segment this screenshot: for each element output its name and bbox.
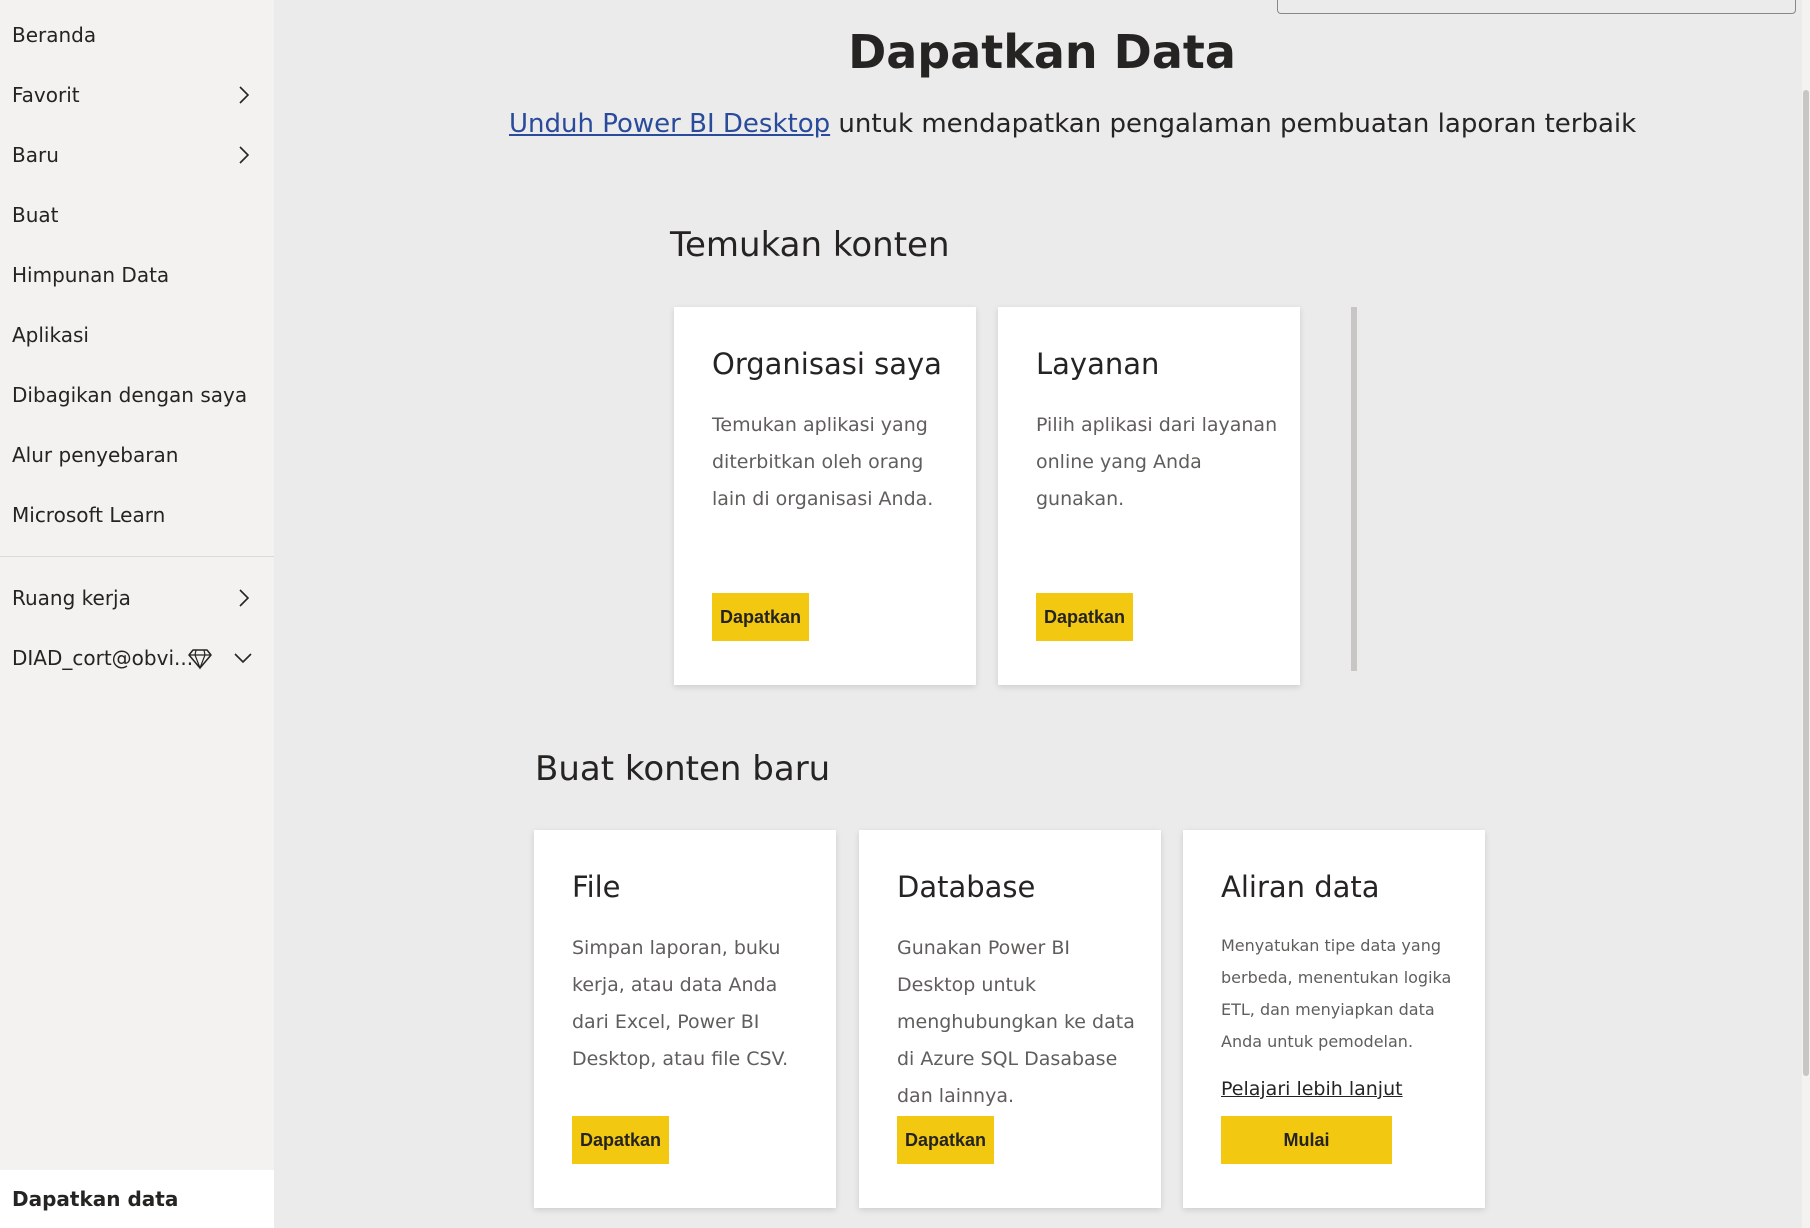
- start-dataflow-button[interactable]: Mulai: [1221, 1116, 1392, 1164]
- card-description: Menyatukan tipe data yang berbeda, menen…: [1221, 936, 1452, 1051]
- sidebar-item-label: Aplikasi: [12, 323, 89, 347]
- page-subtitle: Unduh Power BI Desktop untuk mendapatkan…: [509, 106, 1636, 142]
- sidebar-item-favorit[interactable]: Favorit: [0, 65, 274, 125]
- sidebar-item-label: Microsoft Learn: [12, 503, 166, 527]
- learn-more-link[interactable]: Pelajari lebih lanjut: [1221, 1078, 1403, 1100]
- card-title: Aliran data: [1221, 870, 1380, 904]
- discover-heading: Temukan konten: [670, 225, 950, 265]
- card-layanan: Layanan Pilih aplikasi dari layanan onli…: [998, 307, 1300, 685]
- card-aliran-data: Aliran data Menyatukan tipe data yang be…: [1183, 830, 1485, 1208]
- sidebar-item-label: Beranda: [12, 23, 97, 47]
- sidebar-item-workspace[interactable]: DIAD_cort@obvi...: [0, 628, 274, 688]
- sidebar-item-label: DIAD_cort@obvi...: [12, 646, 194, 670]
- sidebar-nav: Beranda Favorit Baru Buat Himpunan Data …: [0, 0, 274, 1228]
- card-description: Pilih aplikasi dari layanan online yang …: [1036, 414, 1278, 510]
- sidebar-item-microsoft-learn[interactable]: Microsoft Learn: [0, 485, 274, 545]
- card-title: File: [572, 870, 621, 904]
- sidebar-item-baru[interactable]: Baru: [0, 125, 274, 185]
- search-input[interactable]: [1277, 0, 1796, 14]
- card-title: Organisasi saya: [712, 347, 942, 381]
- sidebar-item-aplikasi[interactable]: Aplikasi: [0, 305, 274, 365]
- sidebar-item-label: Ruang kerja: [12, 586, 131, 610]
- create-heading: Buat konten baru: [535, 749, 831, 789]
- sidebar-item-buat[interactable]: Buat: [0, 185, 274, 245]
- page-scrollbar-thumb[interactable]: [1803, 90, 1809, 1076]
- chevron-right-icon: [239, 589, 250, 607]
- sidebar-item-himpunan-data[interactable]: Himpunan Data: [0, 245, 274, 305]
- card-description: Simpan laporan, buku kerja, atau data An…: [572, 937, 789, 1070]
- sidebar-item-dapatkan-data[interactable]: Dapatkan data: [0, 1170, 274, 1228]
- card-file: File Simpan laporan, buku kerja, atau da…: [534, 830, 836, 1208]
- chevron-right-icon: [239, 86, 250, 104]
- diamond-icon: [188, 649, 212, 670]
- sidebar-item-label: Baru: [12, 143, 59, 167]
- sidebar-divider: [0, 556, 274, 557]
- download-desktop-link[interactable]: Unduh Power BI Desktop: [509, 109, 830, 139]
- card-database: Database Gunakan Power BI Desktop untuk …: [859, 830, 1161, 1208]
- discover-scrollbar[interactable]: [1351, 307, 1357, 671]
- chevron-right-icon: [239, 146, 250, 164]
- sidebar-item-label: Favorit: [12, 83, 80, 107]
- sidebar-item-label: Dapatkan data: [12, 1187, 179, 1211]
- card-description: Temukan aplikasi yang diterbitkan oleh o…: [712, 414, 934, 510]
- sidebar-item-ruang-kerja[interactable]: Ruang kerja: [0, 568, 274, 628]
- sidebar-item-alur-penyebaran[interactable]: Alur penyebaran: [0, 425, 274, 485]
- get-file-button[interactable]: Dapatkan: [572, 1116, 670, 1164]
- card-description: Gunakan Power BI Desktop untuk menghubun…: [897, 937, 1135, 1107]
- card-title: Layanan: [1036, 347, 1160, 381]
- sidebar-item-dibagikan[interactable]: Dibagikan dengan saya: [0, 365, 274, 425]
- page-title: Dapatkan Data: [848, 25, 1236, 79]
- sidebar-item-label: Himpunan Data: [12, 263, 170, 287]
- card-title: Database: [897, 870, 1036, 904]
- chevron-down-icon[interactable]: [232, 647, 254, 669]
- sidebar-item-label: Alur penyebaran: [12, 443, 179, 467]
- subtitle-text: untuk mendapatkan pengalaman pembuatan l…: [830, 109, 1637, 139]
- sidebar-item-label: Buat: [12, 203, 59, 227]
- sidebar-item-beranda[interactable]: Beranda: [0, 5, 274, 65]
- sidebar-item-label: Dibagikan dengan saya: [12, 383, 248, 407]
- get-database-button[interactable]: Dapatkan: [897, 1116, 995, 1164]
- get-organisasi-button[interactable]: Dapatkan: [712, 593, 810, 641]
- card-organisasi-saya: Organisasi saya Temukan aplikasi yang di…: [674, 307, 976, 685]
- get-layanan-button[interactable]: Dapatkan: [1036, 593, 1134, 641]
